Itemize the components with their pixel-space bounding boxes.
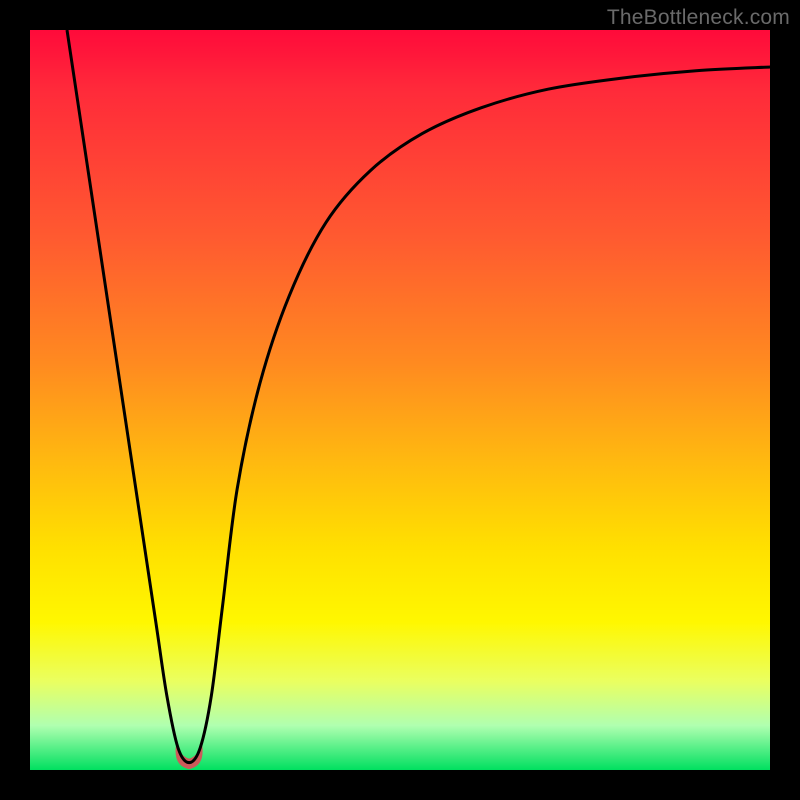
watermark-label: TheBottleneck.com	[607, 6, 790, 30]
plot-area	[30, 30, 770, 770]
black-frame: TheBottleneck.com	[0, 0, 800, 800]
curve-line	[67, 30, 770, 763]
curve-svg	[30, 30, 770, 770]
